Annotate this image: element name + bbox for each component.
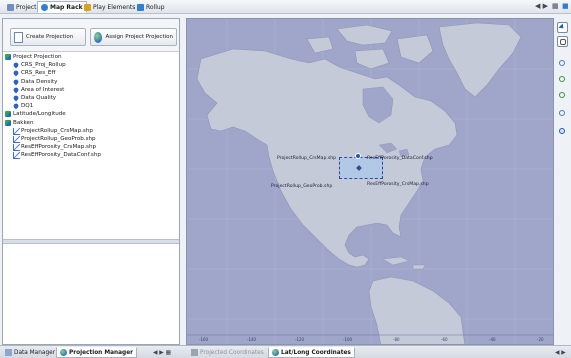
tree-item[interactable]: Latitude/Longitude bbox=[5, 110, 177, 118]
tree-item[interactable]: ProjectRollup_CrsMap.shp bbox=[5, 127, 177, 135]
layer-group-icon bbox=[5, 119, 11, 126]
tree-item[interactable]: ResEffPorosity_CrsMap.shp bbox=[5, 143, 177, 152]
tabs-nav-arrows[interactable]: ◀ ▶ bbox=[535, 2, 548, 10]
longitude-tick: -100 bbox=[343, 337, 353, 342]
project-icon bbox=[7, 3, 14, 11]
pin-icon bbox=[12, 94, 20, 102]
tree-item[interactable]: Area of Interest bbox=[5, 86, 177, 94]
shapefile-icon bbox=[13, 135, 20, 143]
longitude-tick: -80 bbox=[393, 337, 400, 342]
globe-icon bbox=[94, 31, 103, 43]
tab-label: Rollup bbox=[146, 3, 165, 11]
tab-label: Play Elements bbox=[93, 3, 136, 11]
rollup-icon bbox=[137, 3, 144, 11]
tab-label: Map Rack bbox=[50, 3, 83, 11]
select-arrow-icon[interactable] bbox=[557, 22, 568, 33]
longitude-tick: -120 bbox=[295, 337, 305, 342]
map-label-projectrollup-crsmap: ProjectRollup_CrsMap.shp bbox=[277, 156, 337, 161]
tab-lat-long-coordinates[interactable]: Lat/Long Coordinates bbox=[268, 347, 355, 358]
map-toolbar bbox=[555, 18, 571, 345]
right-tabs-nav[interactable]: ◀ ▶ bbox=[552, 347, 569, 358]
assign-project-projection-button[interactable]: Assign Project Projection bbox=[90, 28, 177, 46]
pin-icon bbox=[12, 86, 20, 94]
extent-pin-icon bbox=[355, 153, 361, 159]
tab-project[interactable]: Project bbox=[3, 1, 41, 13]
longitude-tick: -60 bbox=[441, 337, 448, 342]
tree-item[interactable]: Data Quality bbox=[5, 94, 177, 102]
left-tabs-nav[interactable]: ◀ ▶ ▦ bbox=[150, 347, 174, 358]
map-label-reseffporosity-crsmap: ResEffPorosity_CrsMap.shp bbox=[367, 182, 429, 187]
zoom-extent-icon[interactable] bbox=[557, 74, 568, 85]
longitude-tick: -140 bbox=[247, 337, 257, 342]
tab-projected-coordinates[interactable]: Projected Coordinates bbox=[188, 347, 267, 358]
zoom-prev-icon[interactable] bbox=[557, 90, 568, 101]
map-rack-icon bbox=[41, 3, 48, 11]
longitude-tick: -160 bbox=[199, 337, 209, 342]
bottom-tab-bar: Data Manager Projection Manager ◀ ▶ ▦ Pr… bbox=[0, 345, 571, 358]
tab-label: Project bbox=[16, 3, 37, 11]
zoom-next-icon[interactable] bbox=[557, 108, 568, 119]
tree-item[interactable]: ResEffPorosity_DataConf.shp bbox=[5, 151, 177, 160]
map-rack-corner-icon: ■ bbox=[562, 2, 569, 10]
pin-icon bbox=[12, 102, 20, 110]
longitude-tick: -40 bbox=[489, 337, 496, 342]
zoom-in-icon[interactable] bbox=[557, 58, 568, 69]
data-manager-icon bbox=[5, 349, 12, 356]
tree-item[interactable]: CRS_Res_Eff bbox=[5, 69, 177, 77]
tabs-menu-icon[interactable]: ▦ bbox=[552, 2, 559, 10]
create-projection-button[interactable]: Create Projection bbox=[10, 28, 86, 46]
create-projection-icon bbox=[14, 31, 23, 43]
projection-manager-icon bbox=[60, 349, 67, 356]
map-label-projectrollup-geoprob: ProjectRollup_GeoProb.shp bbox=[271, 184, 333, 189]
shapefile-icon bbox=[13, 144, 20, 152]
layer-group-icon bbox=[5, 54, 11, 60]
layer-group-icon bbox=[5, 111, 11, 118]
pan-hand-icon[interactable] bbox=[557, 36, 568, 47]
longitude-tick: -20 bbox=[537, 337, 544, 342]
panel-splitter[interactable] bbox=[3, 239, 179, 244]
map-label-reseffporosity-dataconf: ResEffPorosity_DataConf.shp bbox=[367, 156, 433, 161]
tree-item[interactable]: ProjectRollup_GeoProb.shp bbox=[5, 135, 177, 143]
tree-item[interactable]: CRS_Proj_Rollup bbox=[5, 61, 177, 69]
shapefile-icon bbox=[13, 152, 20, 160]
tab-rollup[interactable]: Rollup bbox=[133, 1, 169, 13]
projected-coordinates-icon bbox=[191, 349, 198, 356]
tree-item[interactable]: DQ1 bbox=[5, 102, 177, 110]
tree-item[interactable]: Project Projection bbox=[5, 53, 177, 61]
identify-icon[interactable] bbox=[557, 126, 568, 137]
tree-item[interactable]: Data Density bbox=[5, 78, 177, 86]
tab-play-elements[interactable]: Play Elements bbox=[80, 1, 139, 13]
projection-tree: Project Projection CRS_Proj_Rollup CRS_R… bbox=[5, 53, 177, 160]
projection-button-bar: Create Projection Assign Project Project… bbox=[3, 19, 179, 52]
pin-icon bbox=[12, 69, 20, 77]
tab-data-manager[interactable]: Data Manager bbox=[2, 347, 58, 358]
top-tab-bar: Project Map Rack Play Elements Rollup ◀ … bbox=[0, 0, 571, 14]
tab-projection-manager[interactable]: Projection Manager bbox=[56, 347, 137, 358]
pin-icon bbox=[12, 78, 20, 85]
lat-long-icon bbox=[272, 349, 279, 356]
map-view[interactable]: ProjectRollup_CrsMap.shp ResEffPorosity_… bbox=[186, 18, 554, 345]
shapefile-icon bbox=[13, 127, 20, 135]
play-elements-icon bbox=[84, 3, 91, 11]
projection-manager-panel: Create Projection Assign Project Project… bbox=[2, 18, 180, 345]
tree-item[interactable]: Bakken bbox=[5, 119, 177, 127]
pin-icon bbox=[12, 61, 20, 69]
